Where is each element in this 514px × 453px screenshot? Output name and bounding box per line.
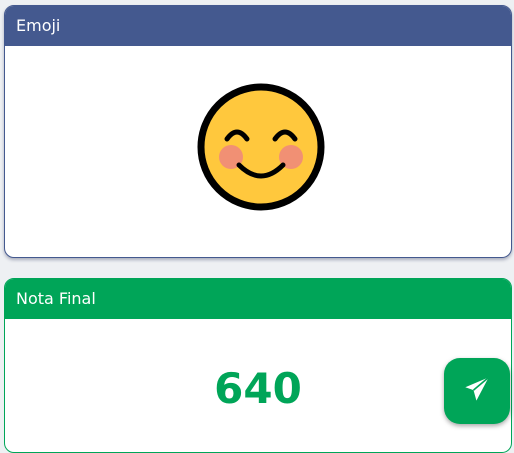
- score-card-title: Nota Final: [5, 279, 511, 319]
- score-card: Nota Final 640: [4, 278, 512, 453]
- final-score-value: 640: [214, 364, 302, 413]
- paper-plane-icon: [463, 375, 491, 408]
- emoji-card-title: Emoji: [5, 6, 511, 46]
- send-button[interactable]: [444, 358, 510, 424]
- smiling-face-icon: [197, 83, 325, 211]
- emoji-card: Emoji: [4, 5, 512, 258]
